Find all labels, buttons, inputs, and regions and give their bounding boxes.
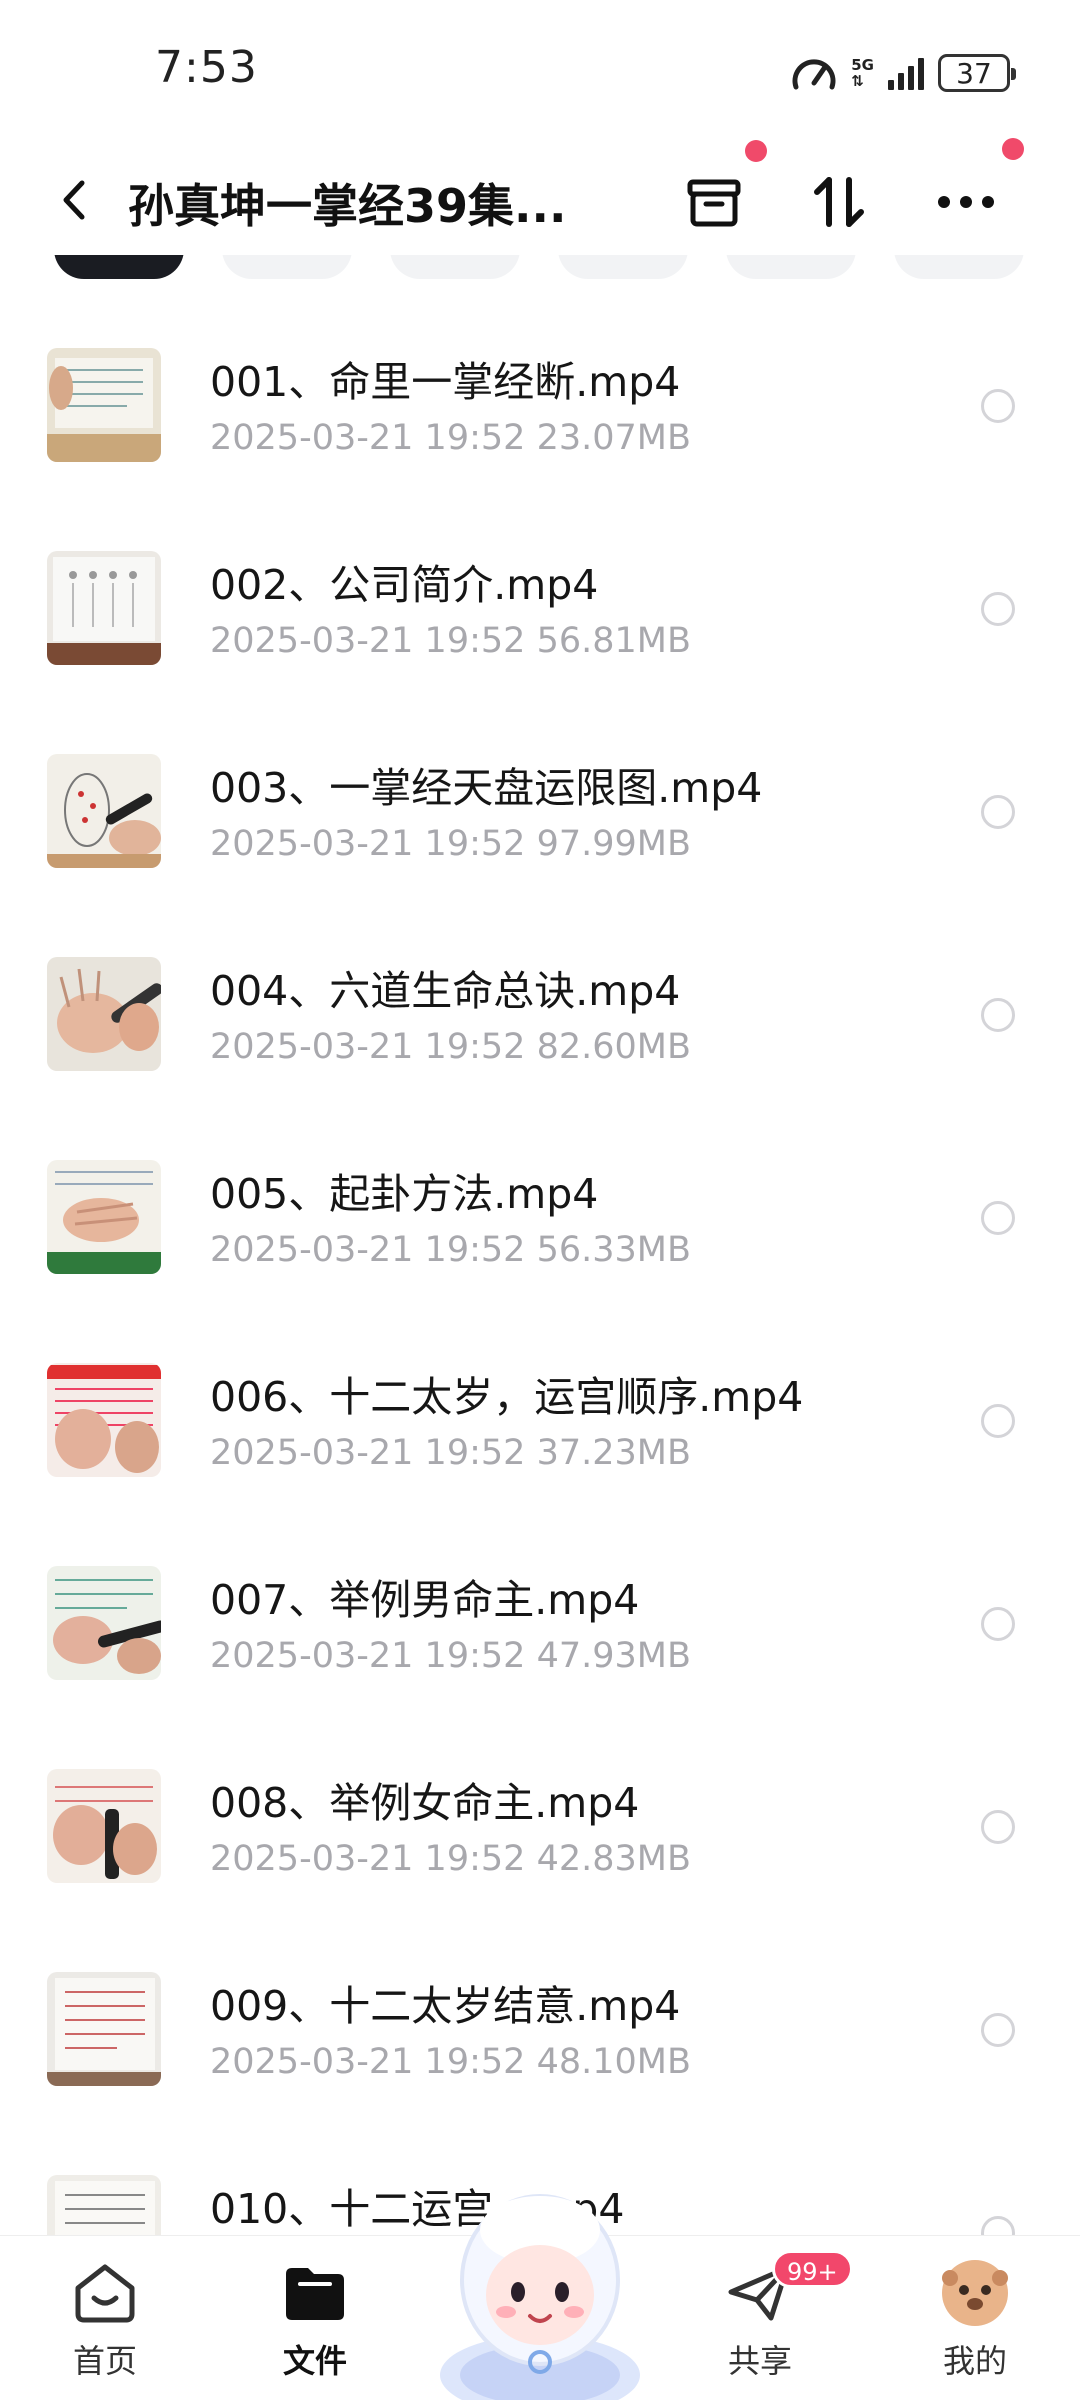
speed-gauge-icon — [792, 59, 836, 90]
battery-icon: 37 — [938, 54, 1016, 92]
status-time: 7:53 — [155, 42, 258, 93]
select-checkbox[interactable] — [981, 1201, 1015, 1235]
file-name: 001、命里一掌经断.mp4 — [210, 358, 681, 406]
sort-arrows-icon — [814, 177, 864, 227]
file-meta: 2025-03-21 19:52 97.99MB — [210, 824, 691, 864]
folder-icon — [280, 2258, 350, 2328]
video-thumbnail — [47, 957, 161, 1071]
header: 孙真坤一掌经39集... — [0, 138, 1080, 260]
file-meta: 2025-03-21 19:52 37.23MB — [210, 1433, 691, 1473]
video-thumbnail — [47, 2175, 161, 2235]
signal-strength-icon — [888, 56, 924, 90]
file-row[interactable]: 008、举例女命主.mp4 2025-03-21 19:52 42.83MB — [0, 1721, 1080, 1924]
nav-files-label: 文件 — [282, 2342, 347, 2380]
home-icon — [70, 2258, 140, 2328]
more-button[interactable] — [930, 166, 1002, 238]
file-name: 003、一掌经天盘运限图.mp4 — [210, 764, 763, 812]
filter-chip-active[interactable] — [54, 255, 184, 279]
sort-button[interactable] — [803, 166, 875, 238]
file-meta: 2025-03-21 19:52 47.93MB — [210, 1636, 691, 1676]
file-name: 006、十二太岁，运宫顺序.mp4 — [210, 1373, 804, 1421]
network-arrows: ⇅ — [851, 72, 864, 90]
nav-home[interactable]: 首页 — [35, 2258, 175, 2388]
video-thumbnail — [47, 1769, 161, 1883]
video-thumbnail — [47, 551, 161, 665]
file-row[interactable]: 009、十二太岁结意.mp4 2025-03-21 19:52 48.10MB — [0, 1924, 1080, 2127]
archive-button[interactable] — [678, 166, 750, 238]
filter-chips — [0, 255, 1080, 285]
filter-chip[interactable] — [558, 255, 688, 279]
file-row[interactable]: 004、六道生命总诀.mp4 2025-03-21 19:52 82.60MB — [0, 909, 1080, 1112]
file-name: 008、举例女命主.mp4 — [210, 1779, 640, 1827]
filter-chip[interactable] — [390, 255, 520, 279]
status-bar: 7:53 5G ⇅ 37 — [0, 0, 1080, 140]
battery-level: 37 — [956, 56, 992, 90]
video-thumbnail — [47, 754, 161, 868]
file-row[interactable]: 001、命里一掌经断.mp4 2025-03-21 19:52 23.07MB — [0, 300, 1080, 503]
select-checkbox[interactable] — [981, 1404, 1015, 1438]
filter-chip[interactable] — [894, 255, 1024, 279]
nav-files[interactable]: 文件 — [245, 2258, 385, 2388]
video-thumbnail — [47, 1972, 161, 2086]
select-checkbox[interactable] — [981, 1810, 1015, 1844]
notification-dot — [1002, 138, 1024, 160]
file-meta: 2025-03-21 19:52 42.83MB — [210, 1839, 691, 1879]
screen: 7:53 5G ⇅ 37 孙真坤一掌经39集... 001、命里一掌经断.mp4… — [0, 0, 1080, 2400]
file-meta: 2025-03-21 19:52 56.33MB — [210, 1230, 691, 1270]
select-checkbox[interactable] — [981, 2013, 1015, 2047]
notification-dot — [745, 140, 767, 162]
chevron-left-icon — [63, 180, 85, 220]
video-thumbnail — [47, 348, 161, 462]
nav-home-label: 首页 — [72, 2342, 137, 2380]
filter-chip[interactable] — [222, 255, 352, 279]
file-meta: 2025-03-21 19:52 82.60MB — [210, 1027, 691, 1067]
select-checkbox[interactable] — [981, 1607, 1015, 1641]
file-row[interactable]: 007、举例男命主.mp4 2025-03-21 19:52 47.93MB — [0, 1518, 1080, 1721]
select-checkbox[interactable] — [981, 2216, 1015, 2235]
file-row[interactable]: 005、起卦方法.mp4 2025-03-21 19:52 56.33MB — [0, 1112, 1080, 1315]
page-title: 孙真坤一掌经39集... — [128, 179, 567, 233]
file-meta: 2025-03-21 19:52 23.07MB — [210, 418, 691, 458]
file-row[interactable]: 006、十二太岁，运宫顺序.mp4 2025-03-21 19:52 37.23… — [0, 1315, 1080, 1518]
file-list: 001、命里一掌经断.mp4 2025-03-21 19:52 23.07MB … — [0, 300, 1080, 2235]
more-dots-icon — [938, 196, 994, 208]
file-row[interactable]: 003、一掌经天盘运限图.mp4 2025-03-21 19:52 97.99M… — [0, 706, 1080, 909]
file-name: 005、起卦方法.mp4 — [210, 1170, 599, 1218]
file-name: 002、公司简介.mp4 — [210, 561, 599, 609]
network-type: 5G — [851, 56, 874, 74]
filter-chip[interactable] — [726, 255, 856, 279]
nav-me-label: 我的 — [942, 2342, 1007, 2380]
file-meta: 2025-03-21 19:52 56.81MB — [210, 621, 691, 661]
file-name: 004、六道生命总诀.mp4 — [210, 967, 681, 1015]
back-button[interactable] — [50, 175, 100, 225]
select-checkbox[interactable] — [981, 389, 1015, 423]
file-name: 007、举例男命主.mp4 — [210, 1576, 640, 1624]
file-row[interactable]: 002、公司简介.mp4 2025-03-21 19:52 56.81MB — [0, 503, 1080, 706]
file-meta: 2025-03-21 19:52 48.10MB — [210, 2042, 691, 2082]
select-checkbox[interactable] — [981, 998, 1015, 1032]
nav-share-label: 共享 — [727, 2342, 792, 2380]
video-thumbnail — [47, 1566, 161, 1680]
network-5g-icon: 5G ⇅ — [851, 57, 874, 89]
archive-box-icon — [687, 179, 741, 227]
status-icons: 5G ⇅ 37 — [791, 48, 1016, 98]
avatar-icon — [940, 2258, 1010, 2328]
share-badge: 99+ — [772, 2250, 853, 2288]
astronaut-mascot-icon — [440, 2194, 640, 2400]
select-checkbox[interactable] — [981, 795, 1015, 829]
nav-me[interactable]: 我的 — [905, 2258, 1045, 2388]
nav-share[interactable]: 99+ 共享 — [690, 2250, 853, 2388]
file-name: 009、十二太岁结意.mp4 — [210, 1982, 681, 2030]
select-checkbox[interactable] — [981, 592, 1015, 626]
video-thumbnail — [47, 1160, 161, 1274]
ai-assistant-mascot-button[interactable] — [430, 2170, 650, 2400]
video-thumbnail — [47, 1363, 161, 1477]
